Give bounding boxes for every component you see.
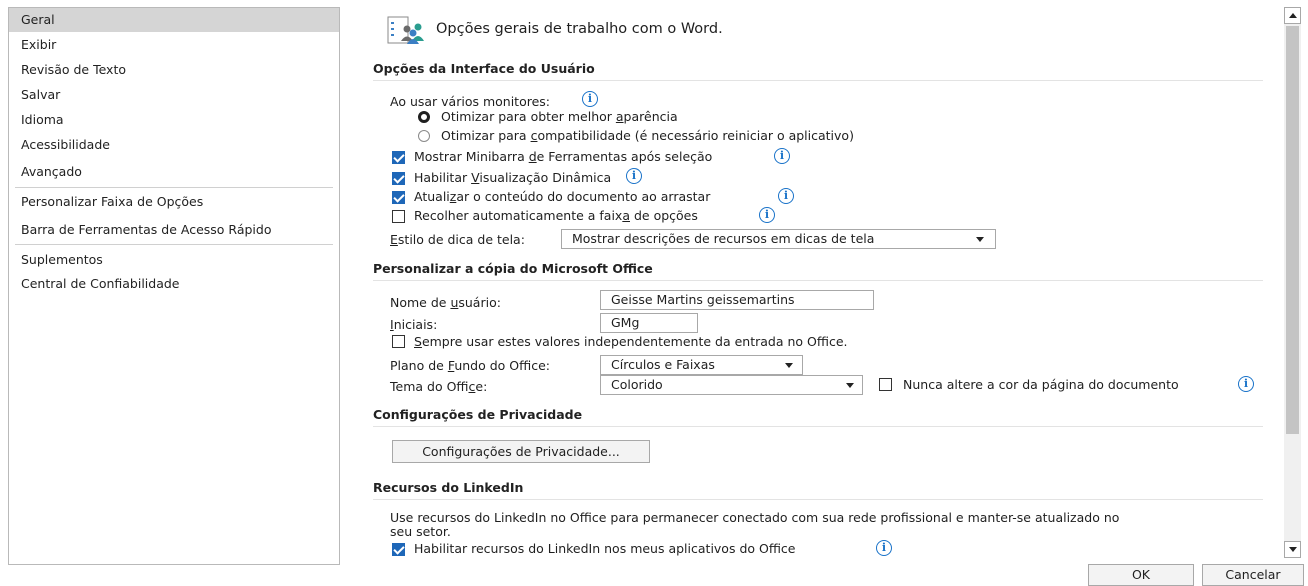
- chevron-down-icon: [976, 237, 984, 242]
- username-input[interactable]: Geisse Martins geissemartins: [600, 290, 874, 310]
- checkbox-minibar[interactable]: [392, 151, 405, 164]
- checkbox-collapse-ribbon[interactable]: [392, 210, 405, 223]
- initials-label: Iniciais:: [390, 317, 438, 332]
- checkbox-always-use-label[interactable]: Sempre usar estes valores independenteme…: [414, 334, 848, 349]
- sidebar-item-avancado[interactable]: Avançado: [9, 160, 339, 184]
- sidebar-divider: [15, 187, 333, 188]
- office-theme-select[interactable]: Colorido: [600, 375, 863, 395]
- scroll-down-button[interactable]: [1284, 541, 1301, 558]
- screentip-label: Estilo de dica de tela:: [390, 232, 525, 247]
- chevron-down-icon: [785, 363, 793, 368]
- checkbox-never-change-color-label[interactable]: Nunca altere a cor da página do document…: [903, 377, 1179, 392]
- options-sidebar: Geral Exibir Revisão de Texto Salvar Idi…: [8, 7, 340, 565]
- ok-button[interactable]: OK: [1088, 564, 1194, 586]
- office-background-select[interactable]: Círculos e Faixas: [600, 355, 803, 375]
- sidebar-item-salvar[interactable]: Salvar: [9, 83, 339, 107]
- section-title-linkedin: Recursos do LinkedIn: [373, 480, 524, 495]
- page-title: Opções gerais de trabalho com o Word.: [436, 21, 723, 37]
- username-label: Nome de usuário:: [390, 295, 501, 310]
- sidebar-item-barra-acesso-rapido[interactable]: Barra de Ferramentas de Acesso Rápido: [9, 218, 339, 242]
- initials-input[interactable]: GMg: [600, 313, 698, 333]
- section-divider: [373, 499, 1263, 500]
- info-icon[interactable]: i: [876, 540, 892, 556]
- chevron-up-icon: [1289, 13, 1297, 18]
- checkbox-linkedin[interactable]: [392, 543, 405, 556]
- sidebar-item-central-confiabilidade[interactable]: Central de Confiabilidade: [9, 272, 339, 296]
- info-icon[interactable]: i: [626, 168, 642, 184]
- privacy-settings-button[interactable]: Configurações de Privacidade...: [392, 440, 650, 463]
- checkbox-update-drag[interactable]: [392, 191, 405, 204]
- general-options-icon: [386, 16, 428, 46]
- section-divider: [373, 426, 1263, 427]
- info-icon[interactable]: i: [759, 207, 775, 223]
- checkbox-linkedin-label[interactable]: Habilitar recursos do LinkedIn nos meus …: [414, 541, 796, 556]
- checkbox-always-use[interactable]: [392, 335, 405, 348]
- checkbox-live-preview[interactable]: [392, 172, 405, 185]
- info-icon[interactable]: i: [1238, 376, 1254, 392]
- info-icon[interactable]: i: [778, 188, 794, 204]
- radio-optimize-appearance-label[interactable]: Otimizar para obter melhor aparência: [441, 109, 678, 124]
- screentip-select[interactable]: Mostrar descrições de recursos em dicas …: [561, 229, 996, 249]
- checkbox-never-change-color[interactable]: [879, 378, 892, 391]
- checkbox-live-preview-label[interactable]: Habilitar Visualização Dinâmica: [414, 170, 611, 185]
- section-divider: [373, 80, 1263, 81]
- section-divider: [373, 280, 1263, 281]
- sidebar-item-geral[interactable]: Geral: [9, 8, 339, 32]
- section-title-privacy: Configurações de Privacidade: [373, 407, 583, 422]
- chevron-down-icon: [846, 383, 854, 388]
- section-title-ui-options: Opções da Interface do Usuário: [373, 61, 595, 76]
- office-background-label: Plano de Fundo do Office:: [390, 358, 550, 373]
- scroll-up-button[interactable]: [1284, 7, 1301, 24]
- sidebar-item-suplementos[interactable]: Suplementos: [9, 248, 339, 272]
- radio-optimize-appearance[interactable]: [418, 111, 430, 123]
- sidebar-item-revisao[interactable]: Revisão de Texto: [9, 58, 339, 82]
- info-icon[interactable]: i: [582, 91, 598, 107]
- section-title-personalize: Personalizar a cópia do Microsoft Office: [373, 261, 653, 276]
- sidebar-item-acessibilidade[interactable]: Acessibilidade: [9, 133, 339, 157]
- sidebar-divider: [15, 244, 333, 245]
- vertical-scrollbar[interactable]: [1284, 7, 1301, 558]
- chevron-down-icon: [1289, 547, 1297, 552]
- checkbox-update-drag-label[interactable]: Atualizar o conteúdo do documento ao arr…: [414, 189, 710, 204]
- info-icon[interactable]: i: [774, 148, 790, 164]
- sidebar-item-personalizar-faixa[interactable]: Personalizar Faixa de Opções: [9, 190, 339, 214]
- office-theme-label: Tema do Office:: [390, 379, 488, 394]
- monitors-label: Ao usar vários monitores:: [390, 94, 551, 109]
- scroll-thumb[interactable]: [1286, 26, 1299, 434]
- checkbox-minibar-label[interactable]: Mostrar Minibarra de Ferramentas após se…: [414, 149, 712, 164]
- linkedin-description: Use recursos do LinkedIn no Office para …: [390, 510, 1120, 525]
- sidebar-item-idioma[interactable]: Idioma: [9, 108, 339, 132]
- linkedin-description-cont: seu setor.: [390, 524, 451, 539]
- radio-optimize-compat-label[interactable]: Otimizar para compatibilidade (é necessá…: [441, 128, 854, 143]
- cancel-button[interactable]: Cancelar: [1202, 564, 1304, 586]
- sidebar-item-exibir[interactable]: Exibir: [9, 33, 339, 57]
- checkbox-collapse-ribbon-label[interactable]: Recolher automaticamente a faixa de opçõ…: [414, 208, 698, 223]
- radio-optimize-compat[interactable]: [418, 130, 430, 142]
